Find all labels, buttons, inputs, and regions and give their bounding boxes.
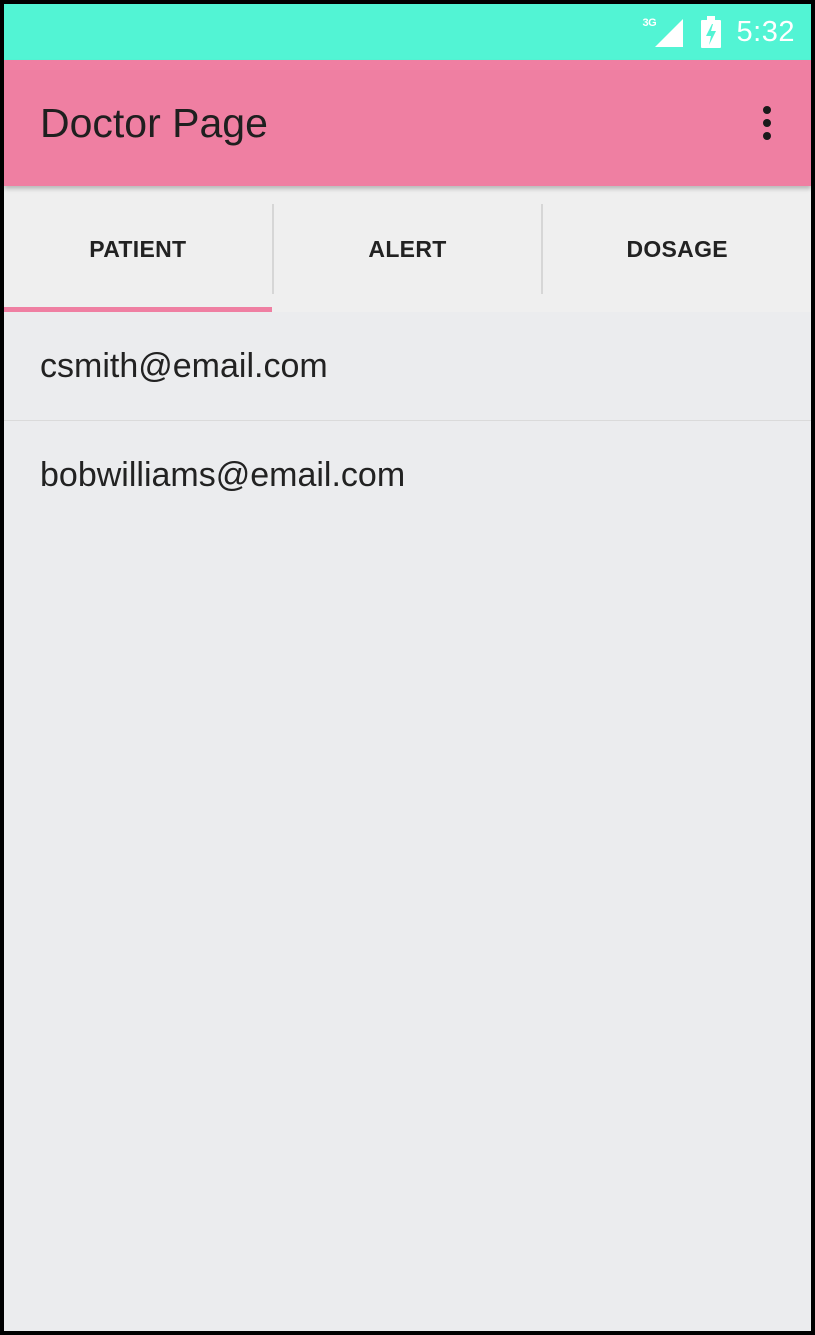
battery-charging-icon — [699, 15, 723, 49]
clock: 5:32 — [736, 15, 795, 48]
patient-email: csmith@email.com — [40, 346, 328, 385]
tab-alert-label: ALERT — [368, 235, 447, 262]
page-title: Doctor Page — [40, 100, 268, 146]
cell-signal-icon: 3G — [643, 15, 685, 49]
tab-bar: PATIENT ALERT DOSAGE — [4, 186, 811, 312]
patient-list-item[interactable]: bobwilliams@email.com — [4, 421, 811, 529]
tab-dosage-label: DOSAGE — [626, 235, 728, 262]
more-options-button[interactable] — [747, 98, 787, 148]
status-bar: 3G 5:32 — [4, 4, 811, 60]
tab-alert[interactable]: ALERT — [274, 186, 542, 312]
status-icons: 3G 5:32 — [643, 4, 795, 60]
patient-list: csmith@email.com bobwilliams@email.com — [4, 312, 811, 529]
patient-list-item[interactable]: csmith@email.com — [4, 312, 811, 420]
tab-patient-label: PATIENT — [89, 235, 187, 262]
more-vert-icon-dot — [763, 132, 771, 140]
tab-patient[interactable]: PATIENT — [4, 186, 272, 312]
more-vert-icon — [763, 106, 771, 114]
patient-email: bobwilliams@email.com — [40, 455, 406, 494]
app-screen: 3G 5:32 Doctor Page PATIENT ALERT DOSAGE… — [4, 4, 811, 1331]
tab-dosage[interactable]: DOSAGE — [543, 186, 811, 312]
more-vert-icon-dot — [763, 119, 771, 127]
app-bar: Doctor Page — [4, 60, 811, 186]
